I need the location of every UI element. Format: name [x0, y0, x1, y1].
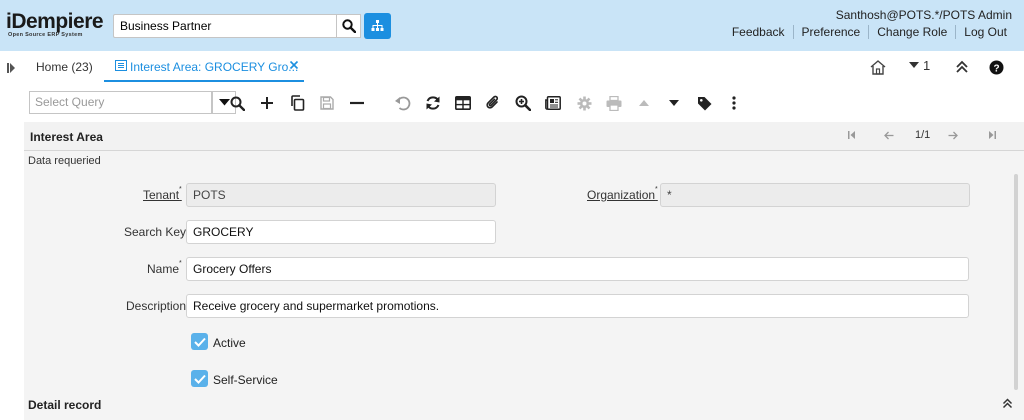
- zoom-across-button[interactable]: [513, 93, 533, 113]
- next-arrow-icon[interactable]: [948, 131, 958, 140]
- caret-up-icon: [639, 100, 649, 106]
- active-checkbox[interactable]: [191, 333, 208, 350]
- newspaper-icon: [545, 96, 561, 110]
- header-links: Feedback Preference Change Role Log Out: [724, 25, 1015, 39]
- minus-icon: [350, 101, 364, 105]
- window-tabs: Home (23) Interest Area: GROCERY Gro... …: [0, 51, 1024, 84]
- description-field[interactable]: Receive grocery and supermarket promotio…: [186, 294, 969, 318]
- undo-button[interactable]: [393, 93, 413, 113]
- plus-icon: [261, 97, 273, 109]
- app-header: iDempiere Open Source ERP System Busines…: [0, 0, 1024, 51]
- global-search-input[interactable]: Business Partner: [113, 14, 336, 38]
- caret-down-icon[interactable]: [908, 61, 920, 69]
- search-icon: [341, 19, 356, 33]
- check-icon: [193, 337, 206, 347]
- detail-record-title: Detail record: [28, 398, 102, 412]
- double-chevron-up-icon[interactable]: [1002, 398, 1013, 409]
- tab-label: Interest Area: GROCERY Gro...: [130, 60, 299, 74]
- record-position: 1/1: [915, 129, 931, 141]
- window-count[interactable]: 1: [923, 58, 930, 73]
- copy-record-button[interactable]: [287, 93, 307, 113]
- expand-panel-icon: [7, 63, 15, 73]
- organization-label: Organization*: [587, 186, 658, 202]
- tab-title: Interest Area: [30, 130, 103, 144]
- search-key-field[interactable]: GROCERY: [186, 220, 496, 244]
- preference-link[interactable]: Preference: [792, 25, 869, 39]
- required-marker: *: [179, 260, 182, 267]
- required-marker: *: [655, 186, 658, 193]
- caret-down-icon: [669, 100, 679, 106]
- required-marker: *: [179, 186, 182, 193]
- attachment-button[interactable]: [483, 93, 503, 113]
- organization-label-text: Organization: [587, 188, 656, 202]
- grid-toggle-button[interactable]: [453, 93, 473, 113]
- tab-interest-area[interactable]: Interest Area: GROCERY Gro...: [104, 51, 304, 82]
- save-icon: [320, 96, 334, 110]
- next-record-button[interactable]: [664, 93, 684, 113]
- window-icon: [115, 60, 127, 71]
- tab-header: Interest Area 1/1: [24, 122, 1024, 151]
- help-icon[interactable]: ?: [989, 60, 1004, 75]
- tenant-label: Tenant*: [143, 186, 182, 202]
- delete-button[interactable]: [347, 93, 367, 113]
- name-label-text: Name: [147, 262, 180, 276]
- feedback-link[interactable]: Feedback: [724, 25, 793, 39]
- search-icon: [230, 96, 245, 111]
- previous-arrow-icon[interactable]: [884, 131, 894, 140]
- name-label: Name*: [147, 260, 182, 276]
- record-form: Data requeried Tenant* POTS Organization…: [24, 151, 1024, 420]
- first-record-icon[interactable]: [848, 130, 856, 140]
- active-label: Active: [213, 336, 246, 350]
- tab-home[interactable]: Home (23): [36, 60, 93, 74]
- logo-text: iDempiere: [6, 10, 104, 33]
- tag-button[interactable]: [694, 93, 714, 113]
- menu-tree-button[interactable]: [364, 13, 391, 39]
- last-record-icon[interactable]: [988, 130, 996, 140]
- close-icon[interactable]: [288, 59, 300, 71]
- form-scrollbar[interactable]: [1014, 174, 1018, 390]
- user-role-label[interactable]: Santhosh@POTS.*/POTS Admin: [836, 8, 1012, 22]
- organization-field[interactable]: *: [660, 183, 970, 207]
- self-service-checkbox[interactable]: [191, 370, 208, 387]
- logout-link[interactable]: Log Out: [955, 25, 1015, 39]
- search-button[interactable]: [336, 14, 361, 38]
- name-field[interactable]: Grocery Offers: [186, 257, 969, 281]
- copy-icon: [290, 95, 304, 111]
- tenant-label-text: Tenant: [143, 188, 180, 202]
- home-icon[interactable]: [870, 60, 886, 75]
- check-icon: [193, 374, 206, 384]
- change-role-link[interactable]: Change Role: [868, 25, 955, 39]
- description-label: Description: [126, 299, 187, 313]
- sidebar-toggle-button[interactable]: [7, 62, 15, 76]
- print-button[interactable]: [604, 93, 624, 113]
- more-actions-button[interactable]: [724, 93, 744, 113]
- sitemap-icon: [371, 20, 384, 31]
- save-button[interactable]: [317, 93, 337, 113]
- undo-icon: [395, 96, 411, 110]
- kebab-menu-icon: [732, 96, 736, 110]
- table-icon: [455, 96, 471, 110]
- double-chevron-up-icon[interactable]: [955, 60, 969, 74]
- gear-icon: [577, 96, 591, 110]
- window-toolbar: Select Query: [24, 84, 1024, 120]
- search-key-label: Search Key: [124, 225, 187, 239]
- new-record-button[interactable]: [257, 93, 277, 113]
- refresh-button[interactable]: [423, 93, 443, 113]
- refresh-icon: [426, 96, 440, 110]
- previous-record-button[interactable]: [634, 93, 654, 113]
- svg-text:?: ?: [993, 63, 999, 74]
- find-button[interactable]: [227, 93, 247, 113]
- tag-icon: [697, 96, 711, 110]
- printer-icon: [606, 95, 622, 111]
- paperclip-icon: [486, 95, 498, 109]
- process-button[interactable]: [574, 93, 594, 113]
- idempiere-logo[interactable]: iDempiere Open Source ERP System: [6, 11, 108, 39]
- tenant-field[interactable]: POTS: [186, 183, 496, 207]
- self-service-label: Self-Service: [213, 373, 278, 387]
- zoom-in-icon: [515, 95, 531, 111]
- status-message: Data requeried: [28, 155, 101, 167]
- select-query-dropdown[interactable]: Select Query: [29, 91, 212, 114]
- logo-tagline: Open Source ERP System: [8, 32, 83, 38]
- report-button[interactable]: [543, 93, 563, 113]
